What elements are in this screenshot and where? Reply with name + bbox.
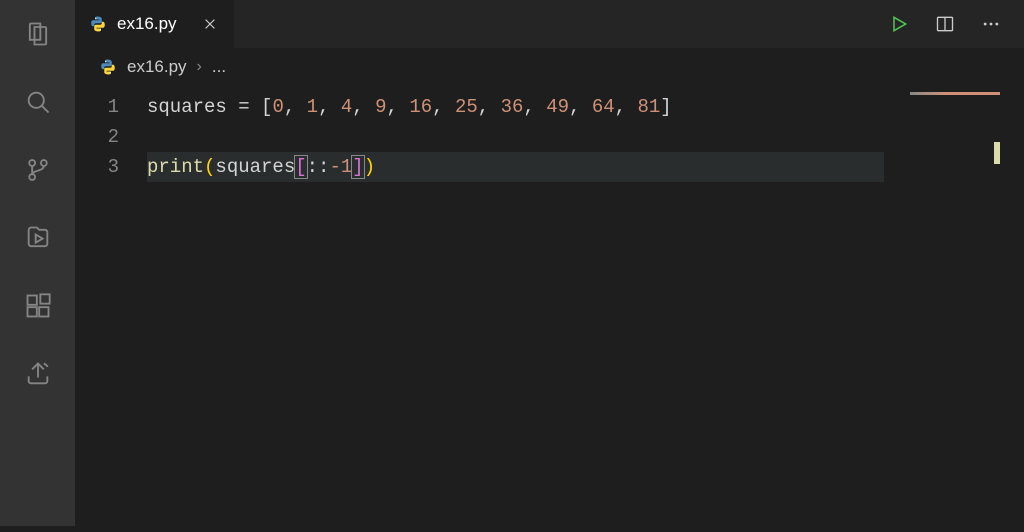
code-editor[interactable]: 123 squares = [0, 1, 4, 9, 16, 25, 36, 4… — [75, 86, 1024, 526]
code-content[interactable]: squares = [0, 1, 4, 9, 16, 25, 36, 49, 6… — [147, 86, 1024, 526]
tab-actions — [888, 0, 1024, 48]
chevron-right-icon: › — [197, 58, 202, 76]
share-icon[interactable] — [22, 358, 54, 390]
close-icon[interactable] — [200, 14, 220, 34]
search-icon[interactable] — [22, 86, 54, 118]
line-number: 3 — [75, 152, 119, 182]
source-control-icon[interactable] — [22, 154, 54, 186]
breadcrumb-file: ex16.py — [127, 57, 187, 77]
line-number-gutter: 123 — [75, 86, 147, 526]
breadcrumb[interactable]: ex16.py › ... — [75, 48, 1024, 86]
code-line[interactable]: squares = [0, 1, 4, 9, 16, 25, 36, 49, 6… — [147, 92, 884, 122]
tab-bar: ex16.py — [75, 0, 1024, 48]
breadcrumb-symbol: ... — [212, 57, 226, 77]
more-actions-icon[interactable] — [980, 13, 1002, 35]
extensions-icon[interactable] — [22, 290, 54, 322]
debug-icon[interactable] — [22, 222, 54, 254]
line-number: 2 — [75, 122, 119, 152]
code-line[interactable] — [147, 122, 884, 152]
code-line[interactable]: print(squares[::-1]) — [147, 152, 884, 182]
python-icon — [99, 58, 117, 76]
explorer-icon[interactable] — [22, 18, 54, 50]
line-number: 1 — [75, 92, 119, 122]
python-icon — [89, 15, 107, 33]
editor-group: ex16.py — [75, 0, 1024, 526]
tab-ex16[interactable]: ex16.py — [75, 0, 235, 48]
activity-bar — [0, 0, 75, 526]
tab-label: ex16.py — [117, 14, 177, 34]
run-icon[interactable] — [888, 13, 910, 35]
split-editor-icon[interactable] — [934, 13, 956, 35]
